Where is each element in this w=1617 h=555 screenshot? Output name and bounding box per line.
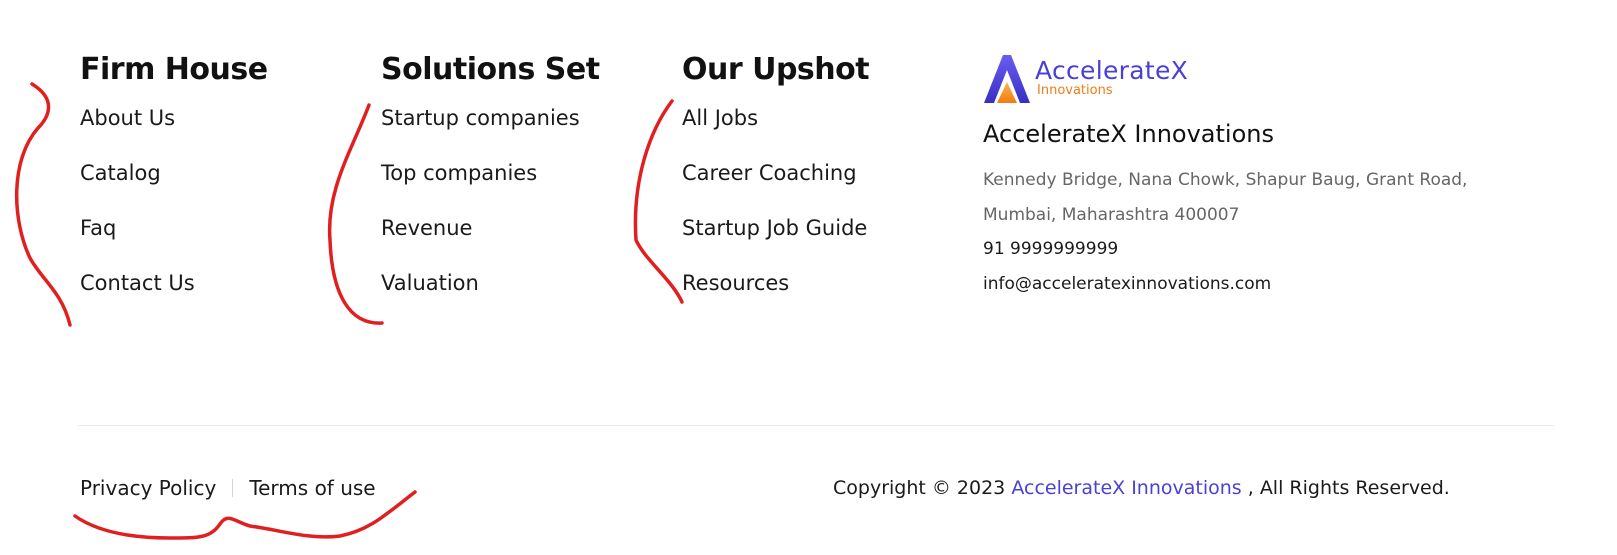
company-address: Kennedy Bridge, Nana Chowk, Shapur Baug,… [983, 170, 1468, 225]
copyright-company-link[interactable]: AccelerateX Innovations [1011, 477, 1241, 499]
link-list: Startup companies Top companies Revenue … [381, 106, 600, 295]
footer-column-firm-house: Firm House About Us Catalog Faq Contact … [80, 48, 268, 326]
column-title: Firm House [80, 52, 268, 87]
column-title: Our Upshot [682, 52, 870, 87]
footer-column-our-upshot: Our Upshot All Jobs Career Coaching Star… [682, 48, 870, 326]
copyright-suffix: , All Rights Reserved. [1247, 477, 1450, 499]
annotation-bracket-2 [327, 103, 384, 325]
terms-of-use-link[interactable]: Terms of use [249, 475, 375, 501]
annotation-bracket-3 [633, 99, 684, 304]
separator [232, 479, 234, 497]
link-all-jobs[interactable]: All Jobs [682, 106, 869, 130]
privacy-policy-link[interactable]: Privacy Policy [80, 475, 216, 501]
footer-divider [78, 425, 1554, 426]
link-resources[interactable]: Resources [682, 271, 869, 295]
logo-name: AccelerateX [1035, 56, 1189, 85]
copyright-prefix: Copyright © 2023 [833, 477, 1006, 499]
brand-logo[interactable]: AccelerateX Innovations [983, 54, 1188, 104]
link-career-coaching[interactable]: Career Coaching [682, 161, 869, 185]
logo-subtitle: Innovations [1037, 83, 1113, 98]
column-title: Solutions Set [381, 52, 600, 87]
link-valuation[interactable]: Valuation [381, 271, 600, 295]
link-top-companies[interactable]: Top companies [381, 161, 600, 185]
link-startup-companies[interactable]: Startup companies [381, 106, 600, 130]
company-name: AccelerateX Innovations [983, 120, 1274, 148]
link-startup-job-guide[interactable]: Startup Job Guide [682, 216, 869, 240]
legal-links: Privacy Policy Terms of use [80, 475, 376, 501]
copyright-text: Copyright © 2023 AccelerateX Innovations… [833, 475, 1450, 501]
link-list: About Us Catalog Faq Contact Us [80, 106, 268, 295]
link-about-us[interactable]: About Us [80, 106, 268, 130]
link-revenue[interactable]: Revenue [381, 216, 600, 240]
company-email[interactable]: info@acceleratexinnovations.com [983, 271, 1271, 297]
link-faq[interactable]: Faq [80, 216, 268, 240]
footer-column-solutions-set: Solutions Set Startup companies Top comp… [381, 48, 600, 326]
logo-a-icon [984, 55, 1030, 103]
annotation-bracket-1 [14, 82, 72, 327]
link-list: All Jobs Career Coaching Startup Job Gui… [682, 106, 869, 295]
company-phone[interactable]: 91 9999999999 [983, 236, 1118, 262]
link-catalog[interactable]: Catalog [80, 161, 268, 185]
link-contact-us[interactable]: Contact Us [80, 271, 268, 295]
